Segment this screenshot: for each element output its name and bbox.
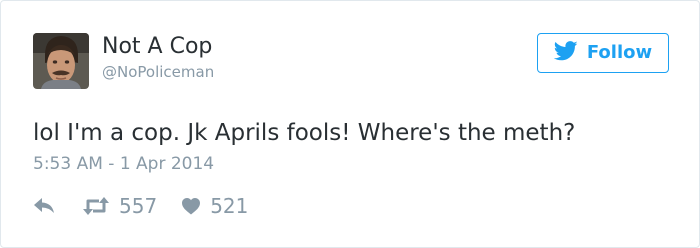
like-count: 521 [210,194,249,218]
heart-icon [181,197,201,215]
tweet-actions: 557 521 [33,193,248,219]
like-button[interactable]: 521 [181,194,248,218]
tweet-text: lol I'm a cop. Jk Aprils fools! Where's … [33,120,576,146]
retweet-count: 557 [119,194,158,218]
display-name[interactable]: Not A Cop [102,33,212,61]
user-handle[interactable]: @NoPoliceman [102,62,214,82]
tweet-timestamp[interactable]: 5:53 AM - 1 Apr 2014 [33,153,214,175]
tweet-card: Not A Cop @NoPoliceman Follow lol I'm a … [0,0,700,248]
retweet-icon [82,196,110,216]
avatar-photo [33,33,89,89]
avatar[interactable] [33,33,89,89]
follow-label: Follow [586,42,653,63]
reply-button[interactable] [33,197,55,215]
follow-button[interactable]: Follow [537,33,669,73]
reply-icon [33,197,55,215]
retweet-button[interactable]: 557 [82,194,157,218]
twitter-bird-icon [553,41,587,65]
